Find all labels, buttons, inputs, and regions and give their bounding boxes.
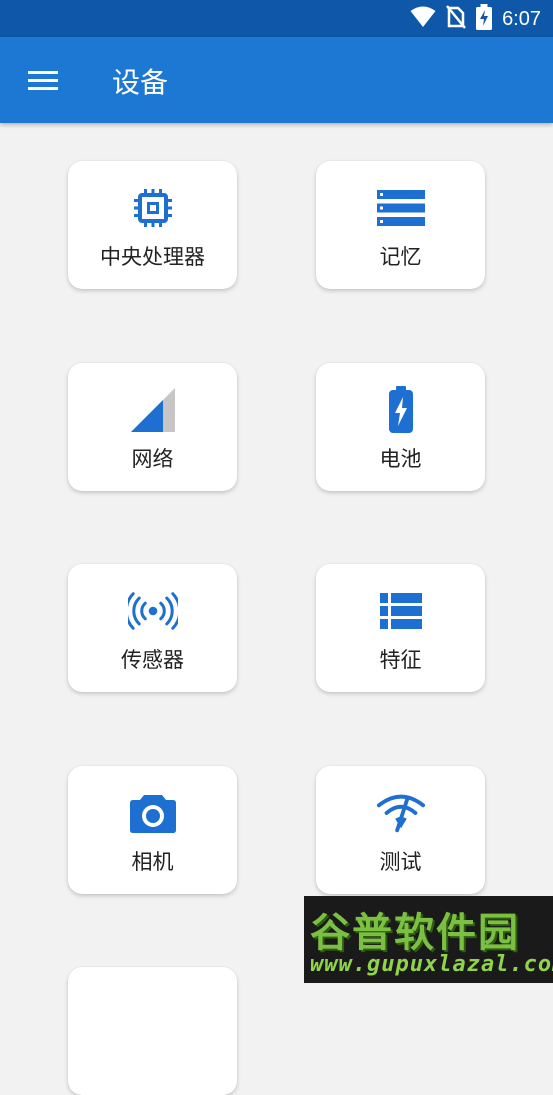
battery-icon [376,385,426,435]
card-test[interactable]: 测试 [316,766,485,894]
card-cpu[interactable]: 中央处理器 [68,161,237,289]
sensor-icon [127,586,178,636]
status-bar: 6:07 [0,0,553,37]
status-time: 6:07 [502,7,541,30]
card-camera[interactable]: 相机 [68,766,237,894]
card-network[interactable]: 网络 [68,363,237,491]
app-bar: 设备 [0,37,553,123]
card-label: 特征 [379,648,422,672]
card-label: 相机 [131,850,174,874]
card-label: 记忆 [379,245,422,269]
card-label: 中央处理器 [100,245,205,269]
no-sim-icon [446,5,467,33]
wifi-test-icon [376,788,426,838]
page-title: 设备 [112,66,169,99]
card-label: 传感器 [121,648,184,672]
card-label: 网络 [131,447,174,471]
watermark-title: 谷普软件园 [310,910,520,956]
watermark-url: www.gupuxlazal.com [310,952,553,977]
card-memory[interactable]: 记忆 [316,161,485,289]
status-icons: 6:07 [410,4,541,34]
menu-button[interactable] [16,57,70,103]
card-partial[interactable] [68,967,237,1095]
features-list-icon [376,586,426,636]
watermark-logo: 谷普软件园 www.gupuxlazal.com [304,896,553,983]
card-sensor[interactable]: 传感器 [68,564,237,692]
card-label: 测试 [379,850,422,874]
wifi-icon [410,6,436,32]
card-features[interactable]: 特征 [316,564,485,692]
card-label: 电池 [379,447,422,471]
signal-icon [128,385,178,435]
battery-charging-icon [476,4,493,34]
memory-icon [376,183,426,233]
camera-icon [128,788,178,838]
card-battery[interactable]: 电池 [316,363,485,491]
cpu-icon [128,183,178,233]
